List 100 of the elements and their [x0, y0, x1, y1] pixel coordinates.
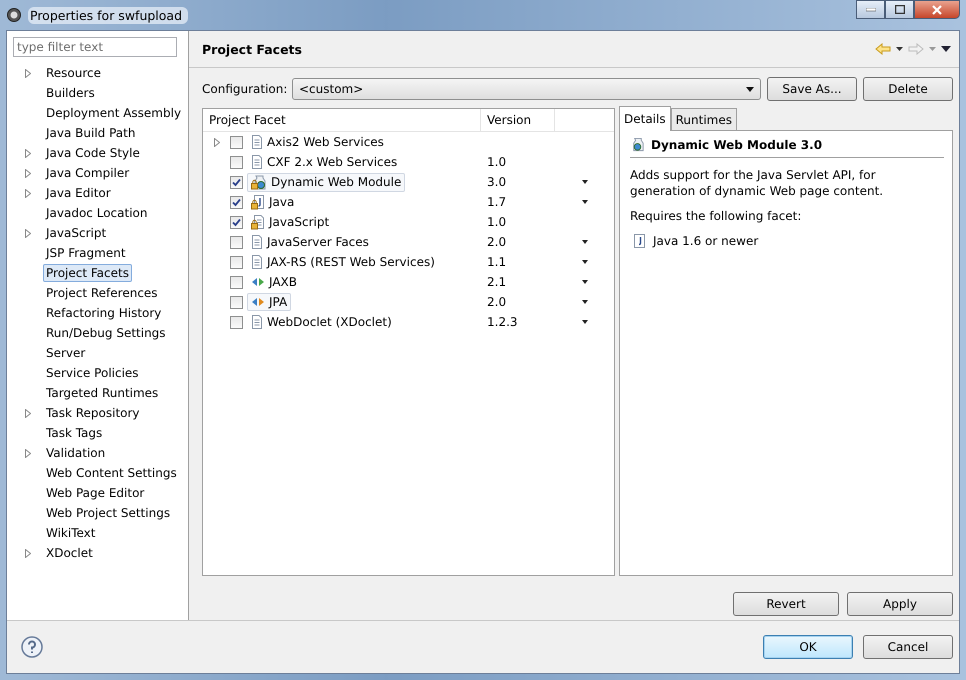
dropdown-icon[interactable]: [582, 200, 588, 204]
sidebar-item[interactable]: Server: [43, 344, 88, 362]
checkbox[interactable]: [230, 256, 243, 268]
sidebar-item[interactable]: Web Content Settings: [43, 464, 180, 482]
dropdown-icon[interactable]: [582, 320, 588, 324]
expand-arrow-icon[interactable]: [25, 228, 31, 238]
expand-arrow-icon[interactable]: [25, 68, 31, 78]
dialog-button[interactable]: OK: [763, 635, 853, 659]
sidebar-item[interactable]: Builders: [43, 84, 98, 102]
dialog-button[interactable]: Save As...: [767, 77, 857, 101]
sidebar-item[interactable]: Validation: [43, 444, 108, 462]
dialog-button[interactable]: Revert: [733, 592, 839, 616]
dropdown-icon[interactable]: [582, 180, 588, 184]
sidebar-item[interactable]: Java Build Path: [43, 124, 138, 142]
document-icon: [251, 255, 263, 269]
version-cell: 1.0: [487, 155, 506, 169]
checkbox[interactable]: [230, 196, 243, 208]
version-cell: 2.1: [487, 275, 506, 289]
sidebar-item[interactable]: JavaScript: [43, 224, 110, 242]
facet-name[interactable]: Java: [247, 192, 298, 212]
document-icon: [251, 315, 263, 329]
expand-arrow-icon[interactable]: [25, 548, 31, 558]
version-cell: 2.0: [487, 235, 506, 249]
dropdown-icon[interactable]: [582, 240, 588, 244]
java-file-icon: [634, 234, 645, 248]
checkbox[interactable]: [230, 136, 243, 148]
column-header[interactable]: Project Facet: [203, 109, 481, 131]
checkbox[interactable]: [230, 156, 243, 168]
sidebar-item[interactable]: Resource: [43, 64, 104, 82]
window-title: Properties for swfupload: [28, 6, 188, 24]
checkbox[interactable]: [230, 216, 243, 228]
facet-name[interactable]: Dynamic Web Module: [247, 172, 406, 192]
checkbox[interactable]: [230, 236, 243, 248]
facet-name[interactable]: Axis2 Web Services: [247, 133, 388, 151]
dropdown-icon[interactable]: [582, 280, 588, 284]
facet-name[interactable]: JavaScript: [247, 212, 334, 232]
version-cell: 1.2.3: [487, 315, 518, 329]
expand-arrow-icon[interactable]: [25, 168, 31, 178]
document-icon: [251, 135, 263, 149]
menu-icon[interactable]: [941, 46, 951, 52]
description-text: Adds support for the Java Servlet API, for generation of dynamic Web page content.: [630, 167, 884, 199]
locked-document-icon: [251, 214, 265, 230]
version-cell: 2.0: [487, 295, 506, 309]
maximize-button[interactable]: [885, 0, 914, 19]
sidebar-item[interactable]: WikiText: [43, 524, 98, 542]
checkbox[interactable]: [230, 296, 243, 308]
facet-name[interactable]: JPA: [247, 293, 292, 311]
double-arrow-icon: [251, 277, 265, 287]
expand-arrow-icon[interactable]: [25, 408, 31, 418]
dialog-button[interactable]: Delete: [863, 77, 953, 101]
close-icon: [932, 4, 942, 14]
close-button[interactable]: [914, 0, 960, 19]
expand-arrow-icon[interactable]: [25, 148, 31, 158]
sidebar-item[interactable]: XDoclet: [43, 544, 96, 562]
sidebar-item[interactable]: Java Compiler: [43, 164, 132, 182]
expand-arrow-icon[interactable]: [214, 138, 220, 146]
dialog-button[interactable]: Apply: [847, 592, 953, 616]
dropdown-icon[interactable]: [582, 260, 588, 264]
minimize-icon: [866, 8, 876, 12]
facet-name[interactable]: CXF 2.x Web Services: [247, 153, 402, 171]
facet-name[interactable]: JAX-RS (REST Web Services): [247, 253, 439, 271]
sidebar-item[interactable]: Task Tags: [43, 424, 106, 442]
sidebar-item[interactable]: Service Policies: [43, 364, 142, 382]
facet-name[interactable]: WebDoclet (XDoclet): [247, 313, 396, 331]
column-header[interactable]: Version: [481, 109, 555, 131]
sidebar-item[interactable]: Run/Debug Settings: [43, 324, 169, 342]
dropdown-icon[interactable]: [896, 47, 903, 51]
document-icon: [251, 155, 263, 169]
checkbox[interactable]: [230, 176, 243, 188]
expand-arrow-icon[interactable]: [25, 448, 31, 458]
version-cell: 3.0: [487, 175, 506, 189]
sidebar-item[interactable]: Refactoring History: [43, 304, 164, 322]
dropdown-icon[interactable]: [582, 300, 588, 304]
minimize-button[interactable]: [856, 0, 885, 19]
expand-arrow-icon[interactable]: [25, 188, 31, 198]
sidebar-item[interactable]: Task Repository: [43, 404, 143, 422]
version-cell: 1.1: [487, 255, 506, 269]
sidebar-item[interactable]: Javadoc Location: [43, 204, 150, 222]
sidebar-item[interactable]: Web Project Settings: [43, 504, 174, 522]
maximize-icon: [894, 5, 904, 14]
checkbox[interactable]: [230, 316, 243, 328]
double-arrow-icon: [251, 297, 265, 307]
dialog-button[interactable]: Cancel: [863, 635, 953, 659]
configuration-dropdown[interactable]: <custom>: [292, 78, 761, 100]
sidebar-item[interactable]: Java Code Style: [43, 144, 143, 162]
tab[interactable]: Runtimes: [670, 108, 737, 130]
sidebar-item[interactable]: Java Editor: [43, 184, 114, 202]
sidebar-item[interactable]: Deployment Assembly: [43, 104, 184, 122]
facet-name[interactable]: JAXB: [247, 273, 301, 291]
sidebar-item[interactable]: Web Page Editor: [43, 484, 148, 502]
sidebar-item[interactable]: Project Facets: [43, 264, 132, 282]
sidebar-item[interactable]: Project References: [43, 284, 161, 302]
facet-name[interactable]: JavaServer Faces: [247, 233, 373, 251]
help-icon[interactable]: [21, 636, 43, 658]
checkbox[interactable]: [230, 276, 243, 288]
filter-field[interactable]: type filter text: [13, 37, 177, 57]
sidebar-item[interactable]: Targeted Runtimes: [43, 384, 162, 402]
back-arrow-icon[interactable]: [875, 43, 891, 55]
tab[interactable]: Details: [619, 106, 671, 131]
sidebar-item[interactable]: JSP Fragment: [43, 244, 129, 262]
